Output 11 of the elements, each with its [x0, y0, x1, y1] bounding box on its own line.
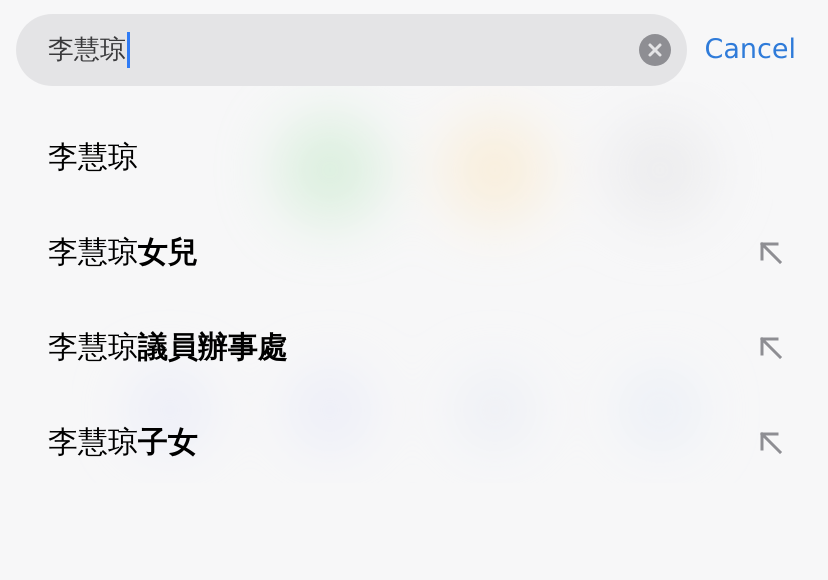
fill-in-arrow-icon[interactable] — [758, 240, 784, 266]
suggestion-item[interactable]: 李慧琼 — [0, 110, 828, 205]
fill-in-arrow-icon[interactable] — [758, 430, 784, 456]
suggestion-item[interactable]: 李慧琼議員辦事處 — [0, 300, 828, 395]
search-field[interactable]: 李慧琼 — [16, 14, 687, 86]
text-cursor — [127, 32, 130, 68]
suggestion-item[interactable]: 李慧琼子女 — [0, 395, 828, 490]
fill-in-arrow-icon[interactable] — [758, 334, 784, 360]
suggestion-item[interactable]: 李慧琼女兒 — [0, 205, 828, 300]
cancel-button[interactable]: Cancel — [704, 30, 796, 70]
clear-icon[interactable] — [638, 34, 671, 66]
